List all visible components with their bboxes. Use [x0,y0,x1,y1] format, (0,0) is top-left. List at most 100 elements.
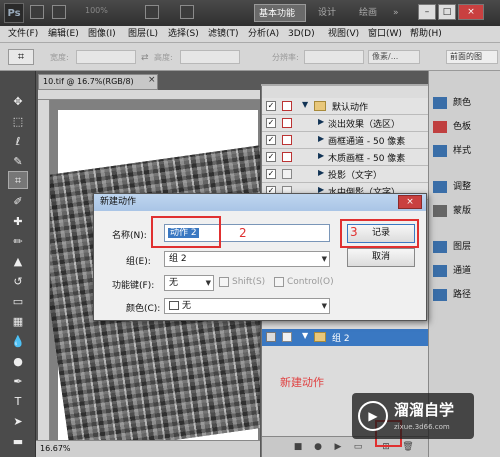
height-input[interactable] [180,50,240,64]
menu-3d[interactable]: 3D(D) [288,26,315,43]
styles-icon [433,144,447,157]
lasso-tool-icon[interactable]: ℓ [8,133,28,151]
close-doc-icon[interactable]: × [148,75,156,85]
swap-icon[interactable]: ⇄ [141,53,149,63]
stop-icon[interactable]: ■ [292,441,304,453]
panel-styles[interactable]: 样式 [433,141,497,161]
eraser-tool-icon[interactable]: ▭ [8,293,28,311]
checkbox-icon[interactable]: ✓ [266,101,276,111]
action-row[interactable]: ✓ ▶ 投影（文字） [262,166,429,183]
status-bar: 16.67% [36,440,260,457]
bridge-icon[interactable] [30,5,44,19]
action-row[interactable]: ✓ ▶ 画框通道 - 50 像素 [262,132,429,149]
status-zoom[interactable]: 16.67% [40,444,71,453]
record-highlight [340,219,419,248]
panel-color[interactable]: 颜色 [433,93,497,113]
dialog-toggle-icon[interactable] [282,169,292,179]
expand-icon[interactable]: ▶ [318,151,324,160]
dialog-toggle-icon[interactable] [282,332,292,342]
zoom-select[interactable]: 100% [85,6,135,20]
action-set-row-selected[interactable]: ▼ 组 2 [262,329,429,346]
close-button[interactable]: × [458,4,484,20]
workspace-paint[interactable]: 绘画 [355,4,381,22]
quick-select-tool-icon[interactable]: ✎ [8,153,28,171]
panel-channels[interactable]: 通道 [433,261,497,281]
title-bar: Ps 100% 基本功能 设计 绘画 » – □ × [0,0,500,26]
expand-icon[interactable]: ▼ [302,100,308,109]
menu-filter[interactable]: 滤镜(T) [208,26,239,43]
menu-layer[interactable]: 图层(L) [128,26,158,43]
expand-icon[interactable]: ▼ [302,331,308,340]
menu-file[interactable]: 文件(F) [8,26,38,43]
menu-edit[interactable]: 编辑(E) [48,26,79,43]
menu-select[interactable]: 选择(S) [168,26,199,43]
ruler-vertical [38,100,50,440]
action-row[interactable]: ✓ ▶ 淡出效果（选区） [262,115,429,132]
brush-tool-icon[interactable]: ✏ [8,233,28,251]
healing-tool-icon[interactable]: ✚ [8,213,28,231]
dialog-toggle-icon[interactable] [282,152,292,162]
color-select[interactable]: 无 ▼ [164,298,330,314]
pen-tool-icon[interactable]: ✒ [8,373,28,391]
maximize-button[interactable]: □ [438,4,456,20]
type-tool-icon[interactable]: T [8,393,28,411]
unit-select[interactable]: 像素/... [368,50,420,64]
menu-image[interactable]: 图像(I) [88,26,116,43]
checkbox-icon[interactable]: ✓ [266,118,276,128]
workspace-design[interactable]: 设计 [314,4,340,22]
front-image-button[interactable]: 前面的图 [446,50,498,64]
checkbox-icon[interactable]: ✓ [266,135,276,145]
panel-masks[interactable]: 蒙版 [433,201,497,221]
crop-tool-preset-icon[interactable]: ⌗ [8,49,34,65]
record-icon[interactable]: ● [312,441,324,453]
play-icon[interactable]: ▶ [332,441,344,453]
screen-mode-icon[interactable] [180,5,194,19]
dialog-toggle-icon[interactable] [282,118,292,128]
control-checkbox[interactable] [274,277,284,287]
function-key-select[interactable]: 无 ▼ [164,275,214,291]
expand-icon[interactable]: ▶ [318,117,324,126]
cancel-button[interactable]: 取消 [347,248,415,267]
menu-help[interactable]: 帮助(H) [410,26,442,43]
path-select-icon[interactable]: ➤ [8,413,28,431]
panel-adjustments[interactable]: 调整 [433,177,497,197]
checkbox-icon[interactable]: ✓ [266,152,276,162]
move-tool-icon[interactable]: ✥ [8,93,28,111]
panel-swatches[interactable]: 色板 [433,117,497,137]
group-select[interactable]: 组 2 ▼ [164,251,330,267]
checkbox-icon[interactable]: ✓ [266,169,276,179]
eyedropper-tool-icon[interactable]: ✐ [8,193,28,211]
panel-paths[interactable]: 路径 [433,285,497,305]
delete-icon[interactable]: 🗑 [402,441,414,453]
crop-tool-icon[interactable]: ⌗ [8,171,28,189]
resolution-input[interactable] [304,50,364,64]
shape-tool-icon[interactable]: ▬ [8,433,28,451]
expand-icon[interactable]: ▶ [318,168,324,177]
history-brush-icon[interactable]: ↺ [8,273,28,291]
width-input[interactable] [76,50,136,64]
arrange-icon[interactable] [145,5,159,19]
panel-layers[interactable]: 图层 [433,237,497,257]
workspace-basic[interactable]: 基本功能 [254,4,306,22]
new-set-icon[interactable]: ▭ [352,441,364,453]
checkbox-icon[interactable] [266,332,276,342]
minibridge-icon[interactable] [52,5,66,19]
minimize-button[interactable]: – [418,4,436,20]
dodge-tool-icon[interactable]: ● [8,353,28,371]
dialog-toggle-icon[interactable] [282,135,292,145]
gradient-tool-icon[interactable]: ▦ [8,313,28,331]
stamp-tool-icon[interactable]: ▲ [8,253,28,271]
workspace-more[interactable]: » [389,4,403,22]
shift-checkbox[interactable] [219,277,229,287]
blur-tool-icon[interactable]: 💧 [8,333,28,351]
action-set-row[interactable]: ✓ ▼ 默认动作 [262,98,429,115]
marquee-tool-icon[interactable]: ⬚ [8,113,28,131]
menu-view[interactable]: 视图(V) [328,26,359,43]
expand-icon[interactable]: ▶ [318,134,324,143]
menu-window[interactable]: 窗口(W) [368,26,402,43]
menu-analysis[interactable]: 分析(A) [248,26,279,43]
action-row[interactable]: ✓ ▶ 木质画框 - 50 像素 [262,149,429,166]
document-tab[interactable]: 10.tif @ 16.7%(RGB/8) [38,74,158,90]
dialog-toggle-icon[interactable] [282,101,292,111]
dialog-close-button[interactable]: × [398,195,422,209]
